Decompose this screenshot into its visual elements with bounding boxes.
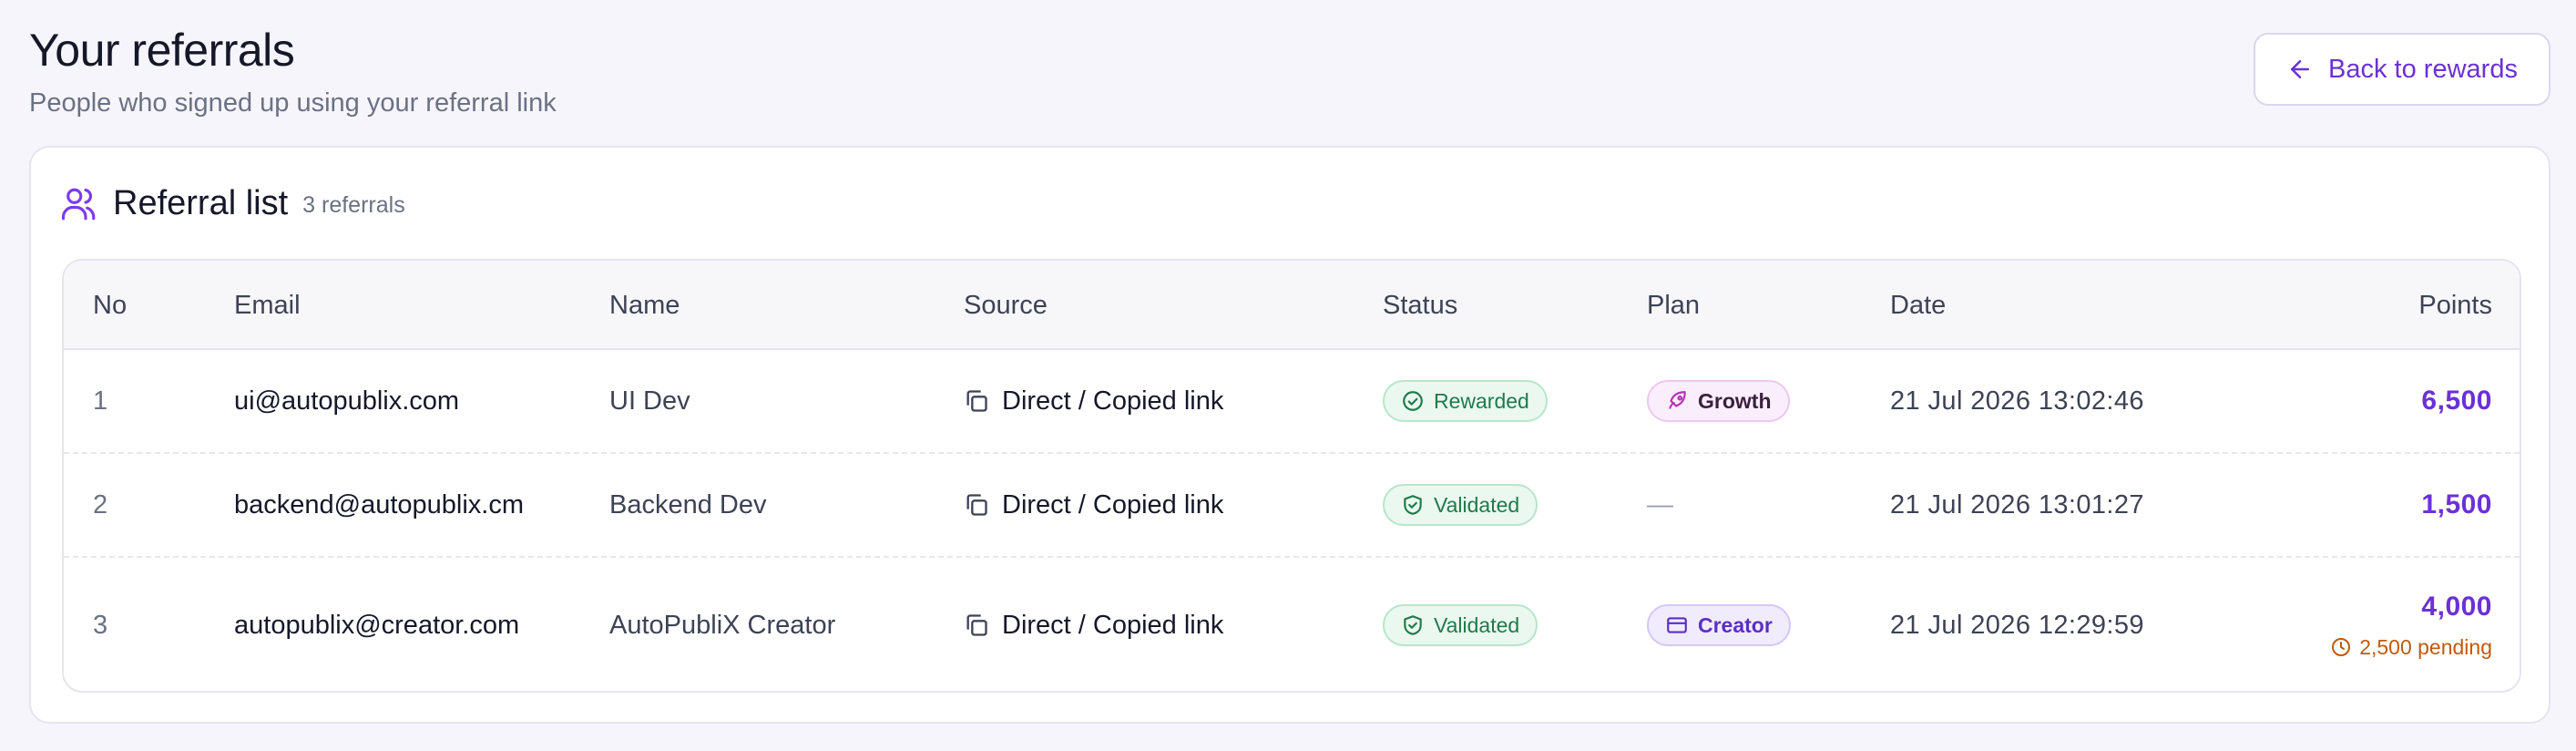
page-title: Your referrals bbox=[29, 25, 295, 76]
plan-badge: Growth bbox=[1647, 380, 1790, 422]
row-source: Direct / Copied link bbox=[964, 454, 1223, 556]
row-source-label: Direct / Copied link bbox=[1002, 386, 1224, 416]
row-date: 21 Jul 2026 13:02:46 bbox=[1890, 386, 2144, 416]
col-header-source: Source bbox=[964, 291, 1048, 320]
row-number: 3 bbox=[93, 610, 108, 640]
card-title: Referral list bbox=[113, 184, 289, 222]
row-email: backend@autopublix.cm bbox=[234, 489, 525, 520]
status-label: Validated bbox=[1434, 492, 1520, 517]
status-label: Rewarded bbox=[1434, 388, 1529, 413]
back-to-rewards-label: Back to rewards bbox=[2328, 54, 2518, 84]
pending-points: 2,500 pending bbox=[2330, 635, 2492, 660]
referral-table: No Email Name Source Status Plan Date Po… bbox=[62, 259, 2521, 693]
row-name: Backend Dev bbox=[609, 489, 767, 520]
points-value: 6,500 bbox=[2421, 386, 2492, 416]
clock-icon bbox=[2332, 638, 2351, 656]
pending-label: 2,500 pending bbox=[2359, 634, 2492, 659]
status-label: Validated bbox=[1434, 612, 1520, 637]
col-header-plan: Plan bbox=[1647, 291, 1701, 320]
row-points: 6,500 bbox=[2421, 350, 2492, 452]
row-name: AutoPubliX Creator bbox=[609, 610, 836, 640]
col-header-status: Status bbox=[1383, 291, 1458, 320]
row-points: 1,500 bbox=[2421, 454, 2492, 556]
referral-count: 3 referrals bbox=[302, 192, 405, 218]
rocket-icon bbox=[1669, 391, 1686, 409]
copy-icon bbox=[966, 390, 987, 412]
col-header-points: Points bbox=[2418, 291, 2492, 320]
row-source: Direct / Copied link bbox=[964, 558, 1224, 691]
col-header-name: Name bbox=[609, 291, 680, 320]
row-number: 1 bbox=[93, 386, 108, 416]
col-header-email: Email bbox=[234, 291, 301, 320]
page-header: Your referrals People who signed up usin… bbox=[29, 24, 557, 118]
col-header-no: No bbox=[93, 291, 128, 320]
plan-empty: — bbox=[1647, 489, 1673, 520]
plan-label: Creator bbox=[1698, 612, 1773, 637]
row-status: Rewarded bbox=[1383, 350, 1548, 452]
points-value: 1,500 bbox=[2421, 489, 2492, 520]
row-status: Validated bbox=[1383, 558, 1538, 691]
row-number: 2 bbox=[93, 489, 108, 520]
row-date: 21 Jul 2026 13:01:27 bbox=[1890, 489, 2144, 520]
row-email: autopublix@creator.com bbox=[234, 610, 520, 640]
row-points: 4,000 2,500 pending bbox=[2330, 558, 2492, 691]
page-subtitle: People who signed up using your referral… bbox=[29, 88, 557, 118]
back-to-rewards-button[interactable]: Back to rewards bbox=[2254, 33, 2550, 106]
plan-badge: Creator bbox=[1647, 604, 1791, 646]
status-badge: Rewarded bbox=[1383, 380, 1548, 422]
card-header: Referral list 3 referrals bbox=[60, 184, 405, 223]
row-source-label: Direct / Copied link bbox=[1002, 610, 1224, 640]
col-header-date: Date bbox=[1890, 291, 1947, 320]
row-plan: Growth bbox=[1647, 350, 1790, 452]
points-value: 4,000 bbox=[2421, 591, 2492, 622]
row-source-label: Direct / Copied link bbox=[1002, 489, 1224, 520]
table-row: 2 backend@autopublix.cm Backend Dev Dire… bbox=[64, 454, 2520, 558]
row-name: UI Dev bbox=[609, 386, 690, 416]
users-icon bbox=[61, 188, 96, 220]
referral-list-card: Referral list 3 referrals No Email Name … bbox=[29, 146, 2550, 724]
check-circle-icon bbox=[1403, 391, 1423, 411]
table-header: No Email Name Source Status Plan Date Po… bbox=[64, 261, 2520, 350]
copy-icon bbox=[966, 614, 987, 636]
row-plan: — bbox=[1647, 454, 1673, 556]
table-row: 1 ui@autopublix.com UI Dev Direct / Copi… bbox=[64, 350, 2520, 454]
table-row: 3 autopublix@creator.com AutoPubliX Crea… bbox=[64, 558, 2520, 691]
shield-check-icon bbox=[1404, 495, 1422, 515]
row-email: ui@autopublix.com bbox=[234, 386, 460, 416]
row-source: Direct / Copied link bbox=[964, 350, 1223, 452]
copy-icon bbox=[966, 494, 987, 516]
status-badge: Validated bbox=[1383, 604, 1538, 646]
plan-label: Growth bbox=[1698, 388, 1772, 413]
row-status: Validated bbox=[1383, 454, 1538, 556]
arrow-left-icon bbox=[2291, 60, 2310, 78]
row-date: 21 Jul 2026 12:29:59 bbox=[1890, 610, 2144, 640]
status-badge: Validated bbox=[1383, 484, 1538, 526]
credit-card-icon bbox=[1667, 617, 1687, 633]
row-plan: Creator bbox=[1647, 558, 1791, 691]
shield-check-icon bbox=[1404, 615, 1422, 635]
